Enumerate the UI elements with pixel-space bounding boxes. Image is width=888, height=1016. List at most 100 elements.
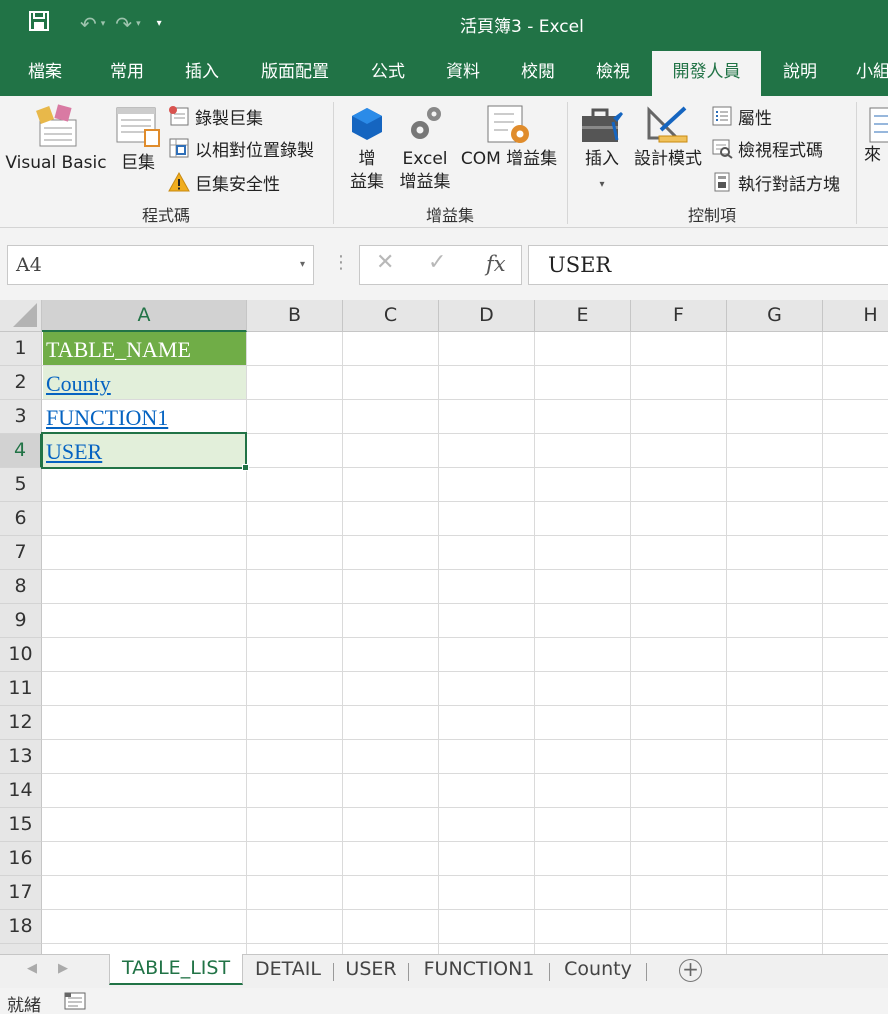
tab-review[interactable]: 校閱 — [506, 48, 570, 96]
column-header-a[interactable]: A — [42, 300, 247, 332]
add-sheet-icon[interactable]: + — [679, 959, 702, 982]
redo-icon[interactable]: ↷ — [115, 11, 132, 37]
tab-page-layout[interactable]: 版面配置 — [248, 48, 342, 96]
window-title: 活頁簿3 - Excel — [460, 17, 584, 37]
tab-formulas[interactable]: 公式 — [356, 48, 420, 96]
gridline — [726, 332, 727, 954]
sheet-tab-function1[interactable]: FUNCTION1 — [411, 955, 547, 985]
tab-developer[interactable]: 開發人員 — [652, 51, 761, 96]
relative-references-button[interactable]: 以相對位置錄製 — [168, 134, 314, 162]
sheet-tab-user[interactable]: USER — [336, 955, 406, 985]
macro-security-button[interactable]: 巨集安全性 — [168, 168, 280, 196]
quick-access-toolbar: ↶ ▾ ↷ ▾ ▾ — [28, 10, 162, 38]
macro-recording-icon[interactable] — [64, 992, 86, 1010]
tab-view[interactable]: 檢視 — [581, 48, 645, 96]
row-header-8[interactable]: 8 — [0, 570, 42, 604]
view-code-button[interactable]: 檢視程式碼 — [711, 134, 823, 162]
run-dialog-button[interactable]: 執行對話方塊 — [711, 168, 840, 196]
row-header-13[interactable]: 13 — [0, 740, 42, 774]
row-header-14[interactable]: 14 — [0, 774, 42, 808]
cell-a3[interactable]: FUNCTION1 — [43, 400, 246, 433]
macros-button[interactable]: 巨集 — [112, 104, 164, 175]
row-header-11[interactable]: 11 — [0, 672, 42, 706]
row-header-7[interactable]: 7 — [0, 536, 42, 570]
insert-dropdown-icon[interactable]: ▾ — [599, 179, 604, 190]
column-header-g[interactable]: G — [727, 300, 823, 332]
relative-references-icon — [169, 138, 189, 158]
column-header-b[interactable]: B — [247, 300, 343, 332]
column-header-c[interactable]: C — [343, 300, 439, 332]
properties-button[interactable]: 屬性 — [711, 102, 772, 130]
row-header-3[interactable]: 3 — [0, 400, 42, 434]
tab-data[interactable]: 資料 — [431, 48, 495, 96]
name-box[interactable]: A4 ▾ — [7, 245, 314, 285]
insert-function-icon[interactable]: fx — [486, 252, 506, 276]
gridline — [42, 943, 888, 944]
row-header-16[interactable]: 16 — [0, 842, 42, 876]
formula-input[interactable]: USER — [528, 245, 888, 285]
excel-addins-button[interactable]: Excel 增益集 — [396, 104, 454, 194]
save-icon[interactable] — [28, 10, 50, 38]
visual-basic-button[interactable]: Visual Basic — [4, 104, 108, 175]
row-header-10[interactable]: 10 — [0, 638, 42, 672]
ribbon-tab-bar: 檔案 常用 插入 版面配置 公式 資料 校閱 檢視 開發人員 說明 小組 — [0, 48, 888, 96]
row-header-18[interactable]: 18 — [0, 910, 42, 944]
row-header-5[interactable]: 5 — [0, 468, 42, 502]
com-addins-button[interactable]: COM 增益集 — [455, 104, 563, 171]
insert-control-button[interactable]: 插入 ▾ — [576, 104, 628, 196]
column-header-f[interactable]: F — [631, 300, 727, 332]
properties-label: 屬性 — [738, 108, 772, 129]
addins-button[interactable]: 增 益集 — [344, 104, 390, 194]
row-header-9[interactable]: 9 — [0, 604, 42, 638]
sheet-tab-separator — [408, 963, 409, 981]
insert-control-label: 插入 — [585, 149, 619, 169]
worksheet-grid: A B C D E F G H 1 2 3 4 5 6 7 8 9 10 11 … — [0, 300, 888, 954]
column-header-h[interactable]: H — [823, 300, 888, 332]
formula-bar-resize-handle[interactable]: ⋮ — [332, 252, 350, 273]
xml-source-icon — [869, 107, 888, 143]
row-header-12[interactable]: 12 — [0, 706, 42, 740]
tab-team[interactable]: 小組 — [846, 48, 888, 96]
cell-a1[interactable]: TABLE_NAME — [43, 332, 246, 365]
fill-handle[interactable] — [242, 464, 249, 471]
row-header-2[interactable]: 2 — [0, 366, 42, 400]
row-header-4[interactable]: 4 — [0, 434, 42, 468]
gridline — [42, 501, 888, 502]
group-separator — [333, 102, 334, 224]
design-mode-button[interactable]: 設計模式 — [630, 104, 706, 171]
tab-help[interactable]: 說明 — [768, 48, 832, 96]
gridline — [42, 739, 888, 740]
sheet-tab-bar: ◀ ▶ TABLE_LIST DETAIL USER FUNCTION1 Cou… — [0, 954, 888, 988]
cancel-icon[interactable]: ✕ — [376, 250, 394, 275]
undo-dropdown-icon[interactable]: ▾ — [101, 11, 106, 37]
select-all-button[interactable] — [0, 300, 42, 332]
column-header-e[interactable]: E — [535, 300, 631, 332]
customize-qat-icon[interactable]: ▾ — [157, 11, 162, 37]
scroll-tabs-right-icon[interactable]: ▶ — [58, 961, 68, 976]
row-header-1[interactable]: 1 — [0, 332, 42, 366]
row-header-17[interactable]: 17 — [0, 876, 42, 910]
sheet-tab-county[interactable]: County — [552, 955, 644, 985]
visual-basic-label: Visual Basic — [5, 153, 107, 173]
row-header-6[interactable]: 6 — [0, 502, 42, 536]
enter-icon[interactable]: ✓ — [428, 250, 446, 275]
sheet-tab-table-list[interactable]: TABLE_LIST — [109, 954, 243, 985]
redo-dropdown-icon[interactable]: ▾ — [136, 11, 141, 37]
column-header-d[interactable]: D — [439, 300, 535, 332]
scroll-tabs-left-icon[interactable]: ◀ — [27, 961, 37, 976]
hyperlink-function1[interactable]: FUNCTION1 — [46, 405, 168, 430]
name-box-dropdown-icon[interactable]: ▾ — [300, 246, 305, 284]
design-mode-icon — [647, 106, 688, 143]
tab-file[interactable]: 檔案 — [10, 48, 80, 96]
record-macro-label: 錄製巨集 — [195, 108, 263, 129]
tab-home[interactable]: 常用 — [95, 48, 159, 96]
source-button[interactable]: 來 — [864, 104, 888, 167]
undo-icon[interactable]: ↶ — [80, 11, 97, 37]
record-macro-button[interactable]: 錄製巨集 — [168, 102, 263, 130]
row-header-15[interactable]: 15 — [0, 808, 42, 842]
hyperlink-county[interactable]: County — [46, 371, 111, 396]
cell-a2[interactable]: County — [43, 366, 246, 399]
tab-insert[interactable]: 插入 — [170, 48, 234, 96]
sheet-tab-detail[interactable]: DETAIL — [245, 955, 331, 985]
row-header-19[interactable] — [0, 944, 42, 954]
